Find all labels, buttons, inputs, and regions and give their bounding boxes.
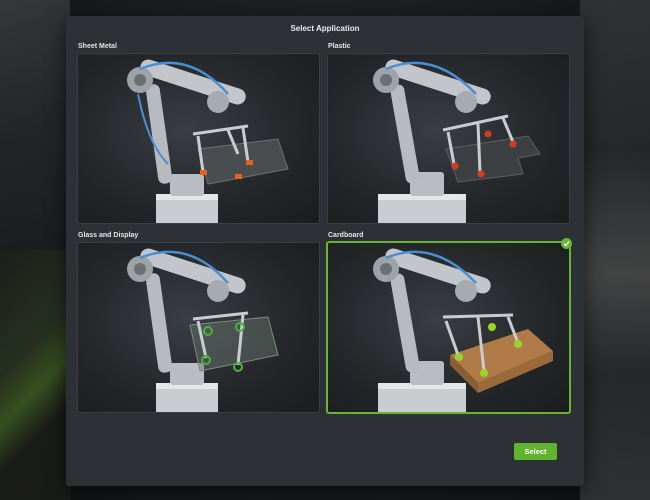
- card-label-cardboard: Cardboard: [328, 232, 364, 239]
- card-label-glass: Glass and Display: [78, 232, 139, 239]
- application-card-glass-and-display[interactable]: [77, 242, 320, 413]
- application-card-cardboard[interactable]: [326, 241, 571, 414]
- robot-arm-image: [127, 248, 279, 412]
- background-machinery: [0, 250, 70, 500]
- background-machinery: [0, 0, 70, 250]
- application-card-sheet-metal[interactable]: [77, 53, 320, 224]
- robot-arm-image: [127, 59, 289, 223]
- background-machinery: [580, 0, 650, 500]
- selected-check-icon: [561, 238, 572, 249]
- select-button[interactable]: Select: [514, 443, 557, 460]
- application-card-plastic[interactable]: [327, 53, 570, 224]
- dialog-title: Select Application: [290, 24, 360, 33]
- card-label-plastic: Plastic: [328, 43, 351, 50]
- card-label-sheet-metal: Sheet Metal: [78, 43, 117, 50]
- robot-arm-image: [373, 248, 553, 412]
- robot-arm-image: [373, 59, 541, 223]
